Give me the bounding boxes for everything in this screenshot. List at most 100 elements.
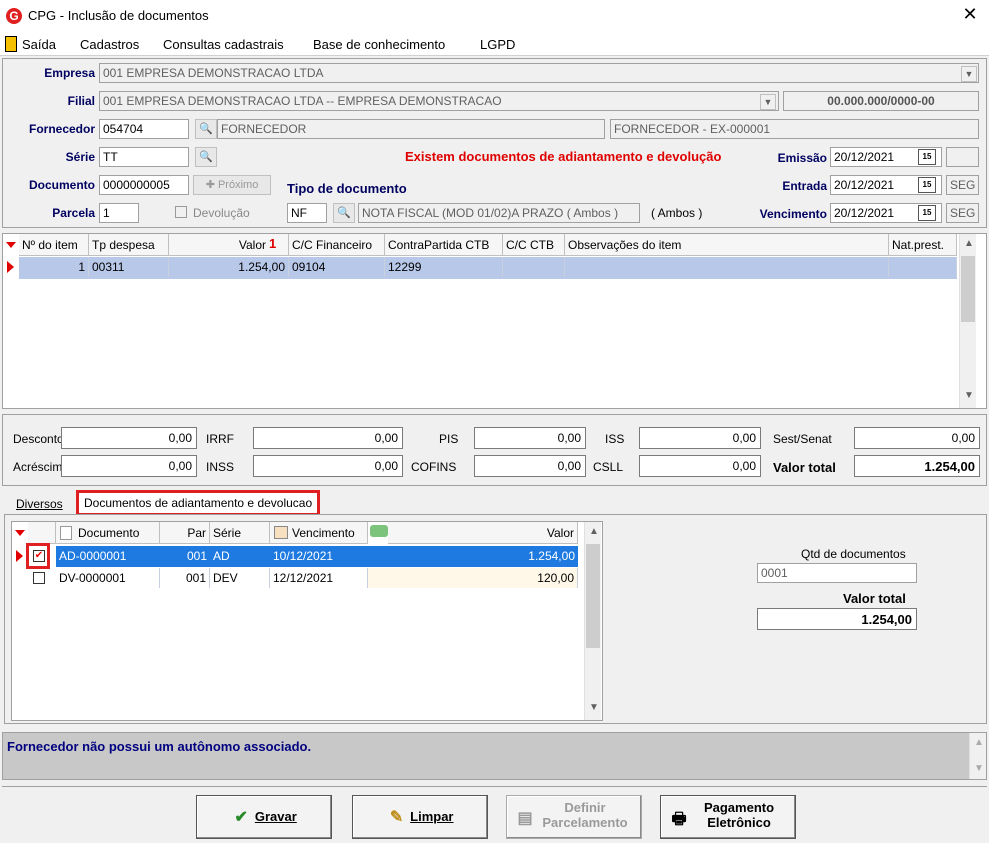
items-grid[interactable]: Nº do item Tp despesa Valor 1 C/C Financ… — [2, 233, 987, 409]
inss-label: INSS — [206, 460, 235, 474]
cell-obs — [565, 257, 889, 277]
col-tp-despesa[interactable]: Tp despesa — [89, 234, 169, 256]
col-nat-prest[interactable]: Nat.prest. — [889, 234, 957, 256]
menu-cadastros[interactable]: Cadastros — [80, 37, 139, 52]
menu-lgpd[interactable]: LGPD — [480, 37, 515, 52]
col-par[interactable]: Par — [160, 522, 210, 544]
table-row[interactable]: ✔ AD-0000001 001 AD 10/12/2021 1.254,00 — [26, 543, 578, 569]
button-bar: ✔ Gravar ✎ Limpar ▤ Definir Parcelamento… — [2, 786, 987, 841]
sest-input[interactable]: 0,00 — [854, 427, 980, 449]
chevron-down-icon[interactable]: ▼ — [961, 66, 977, 82]
adv-scrollbar[interactable]: ▲ ▼ — [584, 522, 601, 720]
header-panel: Empresa 001 EMPRESA DEMONSTRACAO LTDA ▼ … — [2, 58, 987, 228]
fornecedor-desc-field: FORNECEDOR - EX-000001 — [610, 119, 979, 139]
pagamento-eletronico-button[interactable]: 🖶 Pagamento Eletrônico — [660, 795, 796, 839]
chevron-up-icon[interactable]: ▲ — [964, 238, 974, 249]
gravar-button[interactable]: ✔ Gravar — [196, 795, 332, 839]
fornecedor-label: Fornecedor — [28, 122, 95, 136]
fornecedor-code-input[interactable]: 054704 — [99, 119, 189, 139]
emissao-label: Emissão — [777, 151, 827, 165]
row-checkbox[interactable] — [33, 572, 45, 584]
table-row[interactable]: DV-0000001 001 DEV 12/12/2021 120,00 — [28, 568, 578, 589]
chevron-up-icon[interactable]: ▲ — [589, 526, 599, 537]
inss-input[interactable]: 0,00 — [253, 455, 403, 477]
chevron-down-icon[interactable]: ▼ — [760, 94, 776, 110]
documento-label: Documento — [29, 178, 95, 192]
cell-contrapartida: 12299 — [385, 257, 503, 277]
binoculars-search-icon[interactable]: 🔍 — [195, 119, 217, 139]
status-scrollbar[interactable]: ▲ ▼ — [969, 733, 986, 779]
binoculars-search-icon[interactable]: 🔍 — [333, 203, 355, 223]
cell-nat — [889, 257, 957, 277]
filial-label: Filial — [67, 94, 95, 108]
acrescimo-input[interactable]: 0,00 — [61, 455, 197, 477]
tab-diversos[interactable]: Diversos — [12, 494, 67, 514]
col-cc-ctb[interactable]: C/C CTB — [503, 234, 565, 256]
col-observacoes[interactable]: Observações do item — [565, 234, 889, 256]
limpar-button[interactable]: ✎ Limpar — [352, 795, 488, 839]
red-triangle-icon — [15, 530, 25, 536]
adv-grid[interactable]: Documento Par Série Vencimento Valor ✔ A… — [11, 521, 603, 721]
col-cc-financeiro[interactable]: C/C Financeiro — [289, 234, 385, 256]
chevron-up-icon[interactable]: ▲ — [974, 737, 984, 748]
chevron-down-icon[interactable]: ▼ — [974, 763, 984, 774]
col-contrapartida[interactable]: ContraPartida CTB — [385, 234, 503, 256]
calendar-icon[interactable]: 15 — [918, 177, 936, 193]
serie-input[interactable]: TT — [99, 147, 189, 167]
tab-page: Documento Par Série Vencimento Valor ✔ A… — [4, 514, 987, 724]
cofins-input[interactable]: 0,00 — [474, 455, 586, 477]
empresa-label: Empresa — [44, 66, 95, 80]
calendar-icon[interactable]: 15 — [918, 205, 936, 221]
irrf-label: IRRF — [206, 432, 234, 446]
window-title: CPG - Inclusão de documentos — [28, 8, 209, 23]
cell-vencimento: 12/12/2021 — [270, 568, 368, 588]
iss-input[interactable]: 0,00 — [639, 427, 761, 449]
scroll-thumb[interactable] — [586, 544, 600, 648]
irrf-input[interactable]: 0,00 — [253, 427, 403, 449]
documento-input[interactable]: 0000000005 — [99, 175, 189, 195]
entrada-label: Entrada — [782, 179, 827, 193]
csll-input[interactable]: 0,00 — [639, 455, 761, 477]
calendar-icon[interactable]: 15 — [918, 149, 936, 165]
cell-tp: 00311 — [89, 257, 169, 277]
tipo-code-input[interactable]: NF — [287, 203, 327, 223]
scroll-thumb[interactable] — [961, 256, 975, 322]
close-icon[interactable]: ✕ — [958, 4, 982, 25]
desconto-input[interactable]: 0,00 — [61, 427, 197, 449]
chevron-down-icon[interactable]: ▼ — [589, 702, 599, 713]
gravar-label: Gravar — [254, 809, 297, 824]
col-check — [28, 522, 56, 544]
cell-num: 1 — [19, 257, 89, 277]
cell-valor: 1.254,00 — [169, 257, 289, 277]
menu-base-conhecimento[interactable]: Base de conhecimento — [313, 37, 445, 52]
parcela-input[interactable]: 1 — [99, 203, 139, 223]
items-scrollbar[interactable]: ▲ ▼ — [959, 234, 976, 408]
printer-icon: 🖶 — [671, 811, 687, 828]
cell-cc: 09104 — [289, 257, 385, 277]
cell-vencimento: 10/12/2021 — [270, 546, 368, 566]
col-num-item[interactable]: Nº do item — [19, 234, 89, 256]
cell-par: 001 — [160, 546, 210, 566]
filial-field[interactable]: 001 EMPRESA DEMONSTRACAO LTDA -- EMPRESA… — [99, 91, 779, 111]
qtd-field: 0001 — [757, 563, 917, 583]
cell-serie: DEV — [210, 568, 270, 588]
row-checkbox[interactable]: ✔ — [33, 550, 45, 562]
cell-serie: AD — [210, 546, 270, 566]
definir-parcelamento-button[interactable]: ▤ Definir Parcelamento — [506, 795, 642, 839]
menu-consultas-cadastrais[interactable]: Consultas cadastrais — [163, 37, 284, 52]
col-serie[interactable]: Série — [210, 522, 270, 544]
exit-door-icon[interactable] — [5, 36, 17, 52]
pis-input[interactable]: 0,00 — [474, 427, 586, 449]
col-valor[interactable]: Valor — [388, 522, 578, 544]
table-row[interactable]: 1 00311 1.254,00 09104 12299 — [19, 257, 957, 279]
proximo-button[interactable]: ✚ Próximo — [193, 175, 271, 195]
devolucao-checkbox[interactable] — [175, 206, 187, 218]
menu-saida[interactable]: Saída — [22, 37, 56, 52]
binoculars-search-icon[interactable]: 🔍 — [195, 147, 217, 167]
tab-documentos-adiantamento[interactable]: Documentos de adiantamento e devolucao — [76, 490, 321, 516]
red-triangle-icon — [6, 242, 16, 248]
empresa-field[interactable]: 001 EMPRESA DEMONSTRACAO LTDA — [99, 63, 979, 83]
document-icon — [60, 526, 72, 540]
chevron-down-icon[interactable]: ▼ — [964, 390, 974, 401]
csll-label: CSLL — [593, 460, 624, 474]
